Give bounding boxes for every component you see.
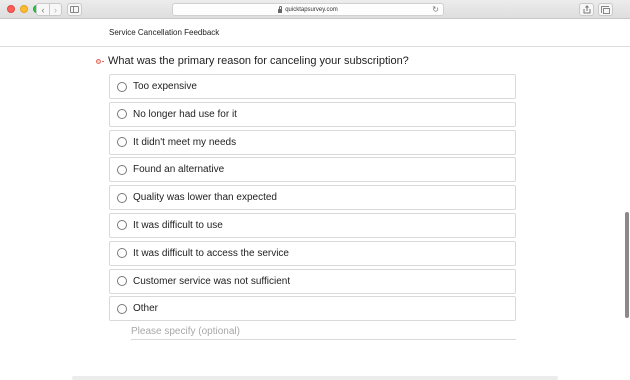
- option-other[interactable]: Other: [109, 296, 516, 322]
- option-difficult-to-access[interactable]: It was difficult to access the service: [109, 240, 516, 266]
- bottom-bar: [72, 376, 558, 380]
- option-no-longer-had-use[interactable]: No longer had use for it: [109, 101, 516, 127]
- option-label: It was difficult to access the service: [133, 247, 289, 259]
- forward-button[interactable]: ›: [49, 3, 62, 16]
- lock-icon: [278, 5, 283, 13]
- option-label: No longer had use for it: [133, 108, 237, 120]
- page-scrollbar[interactable]: [625, 212, 629, 318]
- chevron-left-icon: ‹: [41, 4, 45, 15]
- close-window-button[interactable]: [7, 5, 15, 13]
- option-too-expensive[interactable]: Too expensive: [109, 74, 516, 99]
- question-header: What was the primary reason for cancelin…: [96, 55, 409, 67]
- radio-button[interactable]: [117, 303, 127, 314]
- option-label: It didn't meet my needs: [133, 136, 237, 148]
- option-didnt-meet-needs[interactable]: It didn't meet my needs: [109, 129, 516, 155]
- reload-icon[interactable]: ↻: [432, 5, 439, 14]
- option-label: Other: [133, 303, 159, 315]
- radio-button[interactable]: [117, 220, 127, 231]
- tabs-overview-button[interactable]: [598, 3, 613, 16]
- minimize-window-button[interactable]: [20, 5, 28, 13]
- page-header: Service Cancellation Feedback: [0, 20, 630, 47]
- page-title: Service Cancellation Feedback: [109, 28, 220, 37]
- tabs-icon: [601, 5, 610, 14]
- option-label: Quality was lower than expected: [133, 192, 277, 204]
- radio-button[interactable]: [117, 109, 127, 120]
- option-label: Found an alternative: [133, 164, 225, 176]
- option-quality-lower[interactable]: Quality was lower than expected: [109, 185, 516, 211]
- option-customer-service[interactable]: Customer service was not sufficient: [109, 268, 516, 294]
- browser-toolbar: ‹ › quicktapsurvey.com ↻: [0, 0, 630, 19]
- radio-button[interactable]: [117, 192, 127, 203]
- option-found-alternative[interactable]: Found an alternative: [109, 157, 516, 183]
- radio-button[interactable]: [117, 164, 127, 175]
- url-text: quicktapsurvey.com: [285, 6, 338, 13]
- chevron-right-icon: ›: [54, 4, 57, 15]
- radio-button[interactable]: [117, 137, 127, 148]
- sidebar-toggle-button[interactable]: [67, 3, 82, 16]
- radio-button[interactable]: [117, 81, 127, 92]
- share-button[interactable]: [579, 3, 594, 16]
- back-button[interactable]: ‹: [36, 3, 49, 16]
- sidebar-icon: [70, 6, 79, 13]
- option-label: It was difficult to use: [133, 219, 223, 231]
- address-bar[interactable]: quicktapsurvey.com ↻: [172, 3, 444, 16]
- option-difficult-to-use[interactable]: It was difficult to use: [109, 212, 516, 238]
- answer-options: Too expensive No longer had use for it I…: [109, 74, 516, 324]
- option-label: Too expensive: [133, 81, 197, 92]
- radio-button[interactable]: [117, 276, 127, 287]
- share-icon: [583, 5, 590, 14]
- other-specify-input[interactable]: [131, 324, 516, 340]
- required-indicator-icon: [96, 58, 104, 64]
- radio-button[interactable]: [117, 248, 127, 259]
- question-text: What was the primary reason for cancelin…: [108, 55, 409, 67]
- option-label: Customer service was not sufficient: [133, 275, 291, 287]
